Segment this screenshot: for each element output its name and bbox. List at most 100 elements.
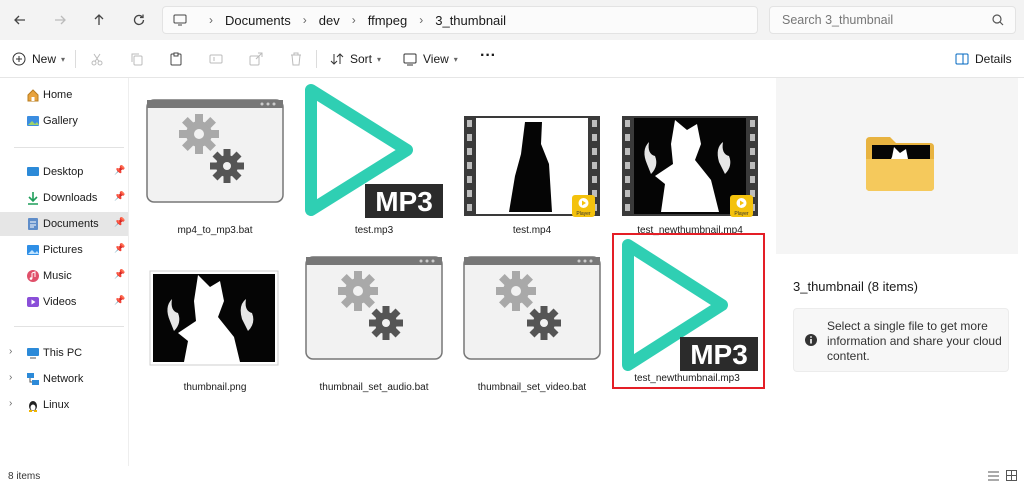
- pin-icon[interactable]: 📌: [114, 243, 125, 254]
- pin-icon[interactable]: 📌: [114, 217, 125, 228]
- view-button[interactable]: View ▾: [403, 49, 458, 69]
- file-item[interactable]: MP3 test.mp3: [299, 84, 449, 236]
- file-item[interactable]: Player test_newthumbnail.mp4: [615, 84, 765, 236]
- trash-icon: [291, 52, 301, 66]
- back-arrow-icon: [14, 15, 25, 25]
- paste-button[interactable]: [169, 49, 183, 69]
- breadcrumb-separator-icon: ›: [419, 13, 424, 27]
- chevron-right-icon[interactable]: ›: [9, 346, 12, 357]
- breadcrumb-separator-icon: ›: [209, 13, 213, 27]
- file-item-selected[interactable]: MP3 test_newthumbnail.mp3: [612, 233, 765, 389]
- pin-icon[interactable]: 📌: [114, 191, 125, 202]
- search-input[interactable]: Search 3_thumbnail: [769, 6, 1016, 34]
- sidebar-item-label: Linux: [43, 399, 70, 411]
- sidebar-item-this-pc[interactable]: › This PC: [0, 341, 128, 365]
- details-title: 3_thumbnail (8 items): [793, 279, 918, 294]
- pin-icon[interactable]: 📌: [114, 269, 125, 280]
- file-item[interactable]: mp4_to_mp3.bat: [140, 84, 290, 236]
- plus-circle-icon: [12, 52, 26, 66]
- item-count: 8 items: [8, 471, 41, 482]
- sidebar-item-home[interactable]: Home: [0, 83, 128, 107]
- music-icon: [27, 270, 39, 282]
- up-arrow-icon: [94, 14, 104, 25]
- pc-icon: [27, 348, 39, 359]
- pin-icon[interactable]: 📌: [114, 295, 125, 306]
- file-name: thumbnail_set_video.bat: [477, 382, 587, 393]
- mp4-file-icon: Player: [457, 84, 607, 224]
- sidebar-item-documents[interactable]: Documents 📌: [0, 212, 128, 236]
- bat-file-icon: [299, 241, 449, 381]
- folder-icon: [866, 137, 934, 191]
- search-icon: [992, 14, 1004, 26]
- search-placeholder: Search 3_thumbnail: [782, 13, 894, 27]
- chevron-down-icon: ▾: [453, 54, 458, 64]
- delete-button[interactable]: [289, 49, 303, 69]
- sort-label: Sort: [350, 52, 373, 66]
- copy-button[interactable]: [130, 49, 144, 69]
- divider: [75, 50, 76, 68]
- breadcrumb-item[interactable]: dev: [319, 13, 340, 28]
- file-name: mp4_to_mp3.bat: [177, 225, 253, 236]
- sidebar-item-desktop[interactable]: Desktop 📌: [0, 160, 128, 184]
- details-pane-icon: [955, 53, 969, 65]
- breadcrumb-separator-icon: ›: [351, 13, 356, 27]
- sidebar-item-pictures[interactable]: Pictures 📌: [0, 238, 128, 262]
- view-label: View: [423, 52, 449, 66]
- documents-icon: [28, 218, 38, 230]
- rename-icon: [209, 54, 223, 64]
- file-item[interactable]: thumbnail_set_video.bat: [457, 241, 607, 393]
- sidebar-item-videos[interactable]: Videos 📌: [0, 290, 128, 314]
- refresh-button[interactable]: [127, 8, 151, 32]
- videos-icon: [27, 297, 39, 307]
- back-button[interactable]: [8, 8, 32, 32]
- address-bar-row: › Documents › dev › ffmpeg › 3_thumbnail…: [0, 0, 1024, 40]
- breadcrumb-item[interactable]: Documents: [225, 13, 291, 28]
- bat-file-icon: [457, 241, 607, 381]
- details-view-icon[interactable]: [988, 471, 999, 481]
- command-bar: New ▾ Sort ▾ View ▾ ··· Details: [0, 40, 1024, 78]
- scrollbar[interactable]: [1018, 78, 1024, 466]
- chevron-right-icon[interactable]: ›: [9, 372, 12, 383]
- forward-arrow-icon: [55, 15, 66, 25]
- gallery-icon: [27, 116, 39, 126]
- new-label: New: [32, 52, 57, 66]
- breadcrumb-item[interactable]: ffmpeg: [368, 13, 408, 28]
- tiles-view-icon[interactable]: [1006, 470, 1017, 481]
- copy-icon: [131, 53, 143, 66]
- sidebar-item-linux[interactable]: › Linux: [0, 393, 128, 417]
- sidebar-item-music[interactable]: Music 📌: [0, 264, 128, 288]
- details-message: Select a single file to get more informa…: [827, 319, 1002, 363]
- details-pane: 3_thumbnail (8 items) Select a single fi…: [776, 78, 1024, 466]
- mp3-badge: MP3: [690, 339, 748, 370]
- sidebar-item-label: Gallery: [43, 115, 78, 127]
- linux-icon: [29, 401, 37, 412]
- pin-icon[interactable]: 📌: [114, 165, 125, 176]
- sidebar-item-label: Downloads: [43, 192, 98, 204]
- more-options-button[interactable]: ···: [480, 46, 496, 66]
- cut-button[interactable]: [90, 49, 104, 69]
- share-button[interactable]: [249, 49, 263, 69]
- sort-button[interactable]: Sort ▾: [330, 49, 381, 69]
- breadcrumb[interactable]: › Documents › dev › ffmpeg › 3_thumbnail: [162, 6, 758, 34]
- info-icon: [805, 334, 817, 346]
- breadcrumb-item[interactable]: 3_thumbnail: [435, 13, 506, 28]
- sidebar-item-downloads[interactable]: Downloads 📌: [0, 186, 128, 210]
- rename-button[interactable]: [209, 49, 223, 69]
- sidebar-item-label: Pictures: [43, 244, 83, 256]
- chevron-down-icon: ▾: [61, 54, 66, 64]
- sidebar-item-label: Documents: [43, 218, 99, 230]
- file-list: mp4_to_mp3.bat MP3 test.mp3 Player test.…: [128, 78, 776, 466]
- file-item[interactable]: thumbnail_set_audio.bat: [299, 241, 449, 393]
- sidebar-item-label: Desktop: [43, 166, 84, 178]
- new-button[interactable]: New ▾: [12, 49, 65, 69]
- sidebar-item-gallery[interactable]: Gallery: [0, 109, 128, 133]
- up-button[interactable]: [87, 8, 111, 32]
- chevron-right-icon[interactable]: ›: [9, 398, 12, 409]
- details-info-box: Select a single file to get more informa…: [793, 308, 1009, 372]
- forward-button[interactable]: [48, 8, 72, 32]
- details-label: Details: [975, 52, 1012, 66]
- sidebar-item-network[interactable]: › Network: [0, 367, 128, 391]
- file-item[interactable]: thumbnail.png: [140, 241, 290, 393]
- file-item[interactable]: Player test.mp4: [457, 84, 607, 236]
- details-button[interactable]: Details: [955, 49, 1012, 69]
